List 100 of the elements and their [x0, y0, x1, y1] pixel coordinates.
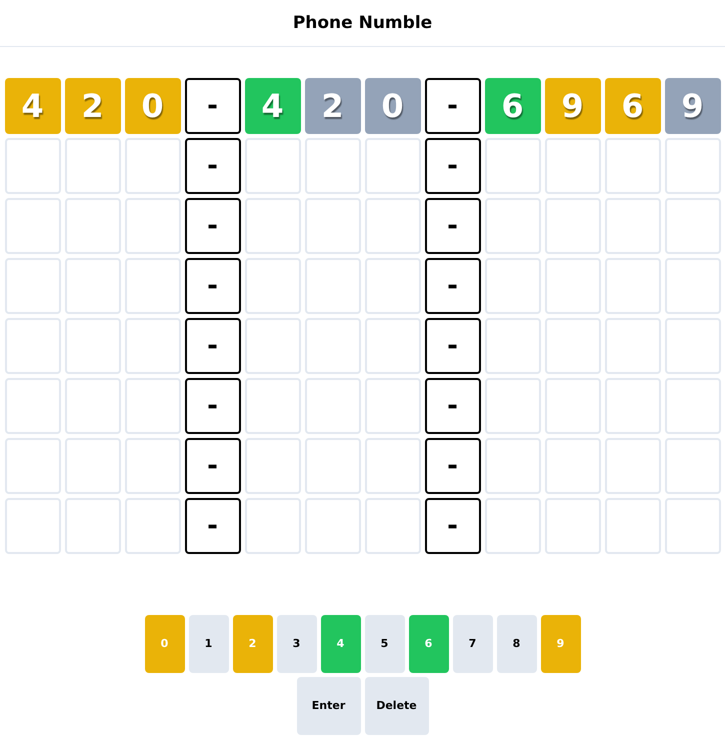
empty-tile: [244, 258, 300, 314]
empty-tile: [604, 198, 660, 254]
dash-tile: -: [184, 198, 240, 254]
empty-tile: [364, 438, 420, 494]
empty-tile: [244, 498, 300, 554]
empty-tile: [364, 378, 420, 434]
empty-tile: [484, 498, 540, 554]
digit-tile: 4: [244, 78, 300, 134]
empty-tile: [64, 198, 120, 254]
empty-tile: [484, 258, 540, 314]
empty-tile: [664, 498, 720, 554]
empty-tile: [664, 438, 720, 494]
dash-tile: -: [184, 438, 240, 494]
digit-key[interactable]: 1: [188, 615, 228, 673]
digit-tile: 6: [484, 78, 540, 134]
dash-tile: -: [424, 438, 480, 494]
empty-tile: [664, 378, 720, 434]
digit-tile: 2: [304, 78, 360, 134]
dash-tile: -: [184, 138, 240, 194]
empty-tile: [364, 138, 420, 194]
empty-tile: [364, 498, 420, 554]
empty-tile: [484, 378, 540, 434]
digit-key[interactable]: 8: [496, 615, 536, 673]
empty-tile: [4, 198, 60, 254]
empty-tile: [124, 138, 180, 194]
dash-tile: -: [424, 78, 480, 134]
enter-key[interactable]: Enter: [296, 677, 360, 735]
dash-tile: -: [184, 78, 240, 134]
dash-tile: -: [184, 258, 240, 314]
digit-tile: 0: [124, 78, 180, 134]
empty-tile: [4, 258, 60, 314]
empty-tile: [484, 138, 540, 194]
empty-tile: [484, 198, 540, 254]
empty-tile: [124, 318, 180, 374]
digit-tile: 9: [664, 78, 720, 134]
empty-tile: [664, 318, 720, 374]
empty-tile: [244, 318, 300, 374]
dash-tile: -: [184, 498, 240, 554]
app-title: Phone Numble: [292, 14, 432, 32]
empty-tile: [604, 318, 660, 374]
empty-tile: [124, 198, 180, 254]
empty-tile: [664, 198, 720, 254]
dash-tile: -: [184, 318, 240, 374]
empty-tile: [304, 318, 360, 374]
empty-tile: [364, 318, 420, 374]
empty-tile: [4, 138, 60, 194]
empty-tile: [604, 378, 660, 434]
digit-key[interactable]: 3: [276, 615, 316, 673]
empty-tile: [544, 318, 600, 374]
empty-tile: [64, 318, 120, 374]
empty-tile: [484, 438, 540, 494]
digit-tile: 2: [64, 78, 120, 134]
digit-key[interactable]: 5: [364, 615, 404, 673]
dash-tile: -: [424, 378, 480, 434]
empty-tile: [244, 138, 300, 194]
empty-tile: [244, 198, 300, 254]
empty-tile: [364, 198, 420, 254]
empty-tile: [64, 498, 120, 554]
empty-tile: [364, 258, 420, 314]
empty-tile: [664, 258, 720, 314]
dash-tile: -: [424, 258, 480, 314]
empty-tile: [124, 258, 180, 314]
empty-tile: [4, 378, 60, 434]
empty-tile: [664, 138, 720, 194]
dash-tile: -: [424, 138, 480, 194]
empty-tile: [4, 498, 60, 554]
empty-tile: [544, 198, 600, 254]
empty-tile: [64, 138, 120, 194]
empty-tile: [4, 438, 60, 494]
empty-tile: [604, 138, 660, 194]
empty-tile: [244, 378, 300, 434]
empty-tile: [304, 138, 360, 194]
dash-tile: -: [424, 318, 480, 374]
empty-tile: [484, 318, 540, 374]
digit-tile: 9: [544, 78, 600, 134]
digit-tile: 0: [364, 78, 420, 134]
empty-tile: [64, 258, 120, 314]
empty-tile: [304, 258, 360, 314]
dash-tile: -: [184, 378, 240, 434]
empty-tile: [304, 198, 360, 254]
empty-tile: [64, 378, 120, 434]
digit-key[interactable]: 7: [452, 615, 492, 673]
delete-key[interactable]: Delete: [364, 677, 428, 735]
empty-tile: [304, 378, 360, 434]
empty-tile: [244, 438, 300, 494]
empty-tile: [64, 438, 120, 494]
dash-tile: -: [424, 198, 480, 254]
empty-tile: [604, 258, 660, 314]
empty-tile: [544, 438, 600, 494]
empty-tile: [544, 378, 600, 434]
empty-tile: [304, 438, 360, 494]
digit-tile: 6: [604, 78, 660, 134]
empty-tile: [4, 318, 60, 374]
empty-tile: [124, 498, 180, 554]
empty-tile: [124, 378, 180, 434]
empty-tile: [124, 438, 180, 494]
dash-tile: -: [424, 498, 480, 554]
empty-tile: [604, 498, 660, 554]
empty-tile: [304, 498, 360, 554]
empty-tile: [544, 138, 600, 194]
